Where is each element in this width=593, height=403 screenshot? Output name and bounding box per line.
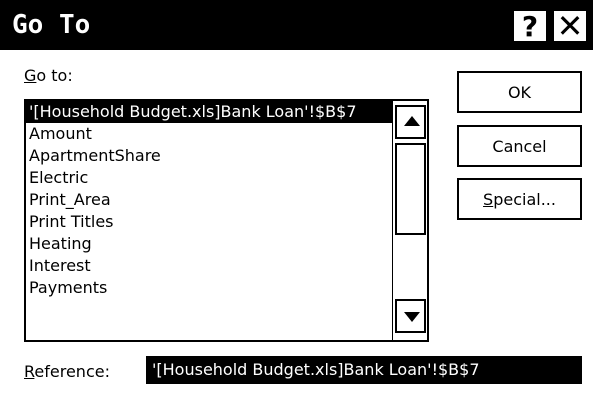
cancel-button[interactable]: Cancel — [457, 125, 582, 167]
list-item[interactable]: ApartmentShare — [26, 145, 392, 167]
dialog-title: Go To — [12, 10, 91, 40]
list-item[interactable]: Heating — [26, 233, 392, 255]
special-button[interactable]: Special... — [457, 178, 582, 220]
vertical-scrollbar[interactable] — [392, 101, 427, 340]
scroll-up-button[interactable] — [395, 105, 426, 139]
list-item[interactable]: Interest — [26, 255, 392, 277]
arrow-down-icon — [404, 312, 420, 322]
list-item[interactable]: Print Titles — [26, 211, 392, 233]
go-to-dialog: Go To ? ✕ Go to: '[Household Budget.xls]… — [0, 0, 593, 403]
go-to-label-accel: G — [24, 66, 37, 85]
reference-label-accel: R — [24, 362, 35, 381]
help-icon: ? — [521, 9, 539, 43]
ok-button[interactable]: OK — [457, 71, 582, 113]
special-button-text: pecial... — [493, 189, 556, 209]
help-button[interactable]: ? — [512, 9, 548, 43]
list-item[interactable]: Electric — [26, 167, 392, 189]
arrow-up-icon — [404, 116, 420, 126]
reference-label-text: eference: — [34, 362, 110, 381]
list-item[interactable]: '[Household Budget.xls]Bank Loan'!$B$7 — [26, 101, 392, 123]
list-item[interactable]: Payments — [26, 277, 392, 299]
list-item[interactable]: Print_Area — [26, 189, 392, 211]
title-bar: Go To ? ✕ — [0, 0, 593, 50]
go-to-label-text: o to: — [36, 66, 73, 85]
reference-label: Reference: — [24, 362, 110, 381]
go-to-label: Go to: — [24, 66, 73, 85]
go-to-listbox[interactable]: '[Household Budget.xls]Bank Loan'!$B$7 Am… — [24, 99, 429, 342]
list-items: '[Household Budget.xls]Bank Loan'!$B$7 Am… — [26, 101, 392, 299]
list-item[interactable]: Amount — [26, 123, 392, 145]
close-button[interactable]: ✕ — [552, 7, 588, 45]
reference-input[interactable]: '[Household Budget.xls]Bank Loan'!$B$7 — [146, 356, 582, 384]
scroll-down-button[interactable] — [395, 299, 426, 333]
special-button-accel: S — [483, 189, 494, 209]
scroll-thumb[interactable] — [395, 143, 426, 235]
close-icon: ✕ — [556, 7, 584, 45]
